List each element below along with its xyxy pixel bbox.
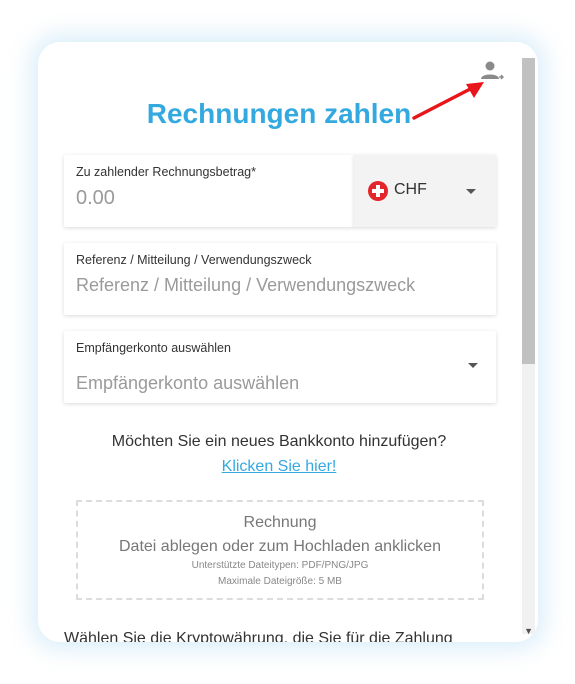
add-bank-question: Möchten Sie ein neues Bankkonto hinzufüg… xyxy=(111,433,447,450)
upload-title: Rechnung xyxy=(243,514,317,531)
chevron-down-icon xyxy=(468,363,478,368)
amount-label: Zu zahlender Rechnungsbetrag* xyxy=(76,165,256,179)
payment-card: Rechnungen zahlen Zu zahlender Rechnungs… xyxy=(38,42,538,642)
recipient-input[interactable]: Empfängerkonto auswählen xyxy=(76,373,299,394)
invoice-upload-dropzone[interactable]: Rechnung Datei ablegen oder zum Hochlade… xyxy=(76,500,484,600)
chevron-down-icon xyxy=(466,189,476,194)
scroll-down-arrow-icon[interactable]: ▼ xyxy=(524,626,533,636)
reference-field[interactable]: Referenz / Mitteilung / Verwendungszweck… xyxy=(64,243,496,315)
currency-select[interactable]: CHF xyxy=(354,155,496,227)
reference-input[interactable]: Referenz / Mitteilung / Verwendungszweck xyxy=(76,275,415,296)
amount-field[interactable]: Zu zahlender Rechnungsbetrag* 0.00 xyxy=(64,155,354,227)
currency-value: CHF xyxy=(394,181,427,198)
upload-instruction: Datei ablegen oder zum Hochladen anklick… xyxy=(119,538,441,555)
scrollbar-thumb[interactable] xyxy=(522,58,535,364)
upload-types: Unterstützte Dateitypen: PDF/PNG/JPG xyxy=(191,560,369,571)
crypto-instruction: Wählen Sie die Kryptowährung, die Sie fü… xyxy=(64,630,453,642)
reference-label: Referenz / Mitteilung / Verwendungszweck xyxy=(76,253,312,267)
recipient-account-select[interactable]: Empfängerkonto auswählen Empfängerkonto … xyxy=(64,331,496,403)
swiss-flag-icon xyxy=(368,181,388,201)
scrollbar[interactable] xyxy=(522,58,535,634)
upload-max-size: Maximale Dateigröße: 5 MB xyxy=(218,576,342,587)
amount-input[interactable]: 0.00 xyxy=(76,187,115,210)
recipient-label: Empfängerkonto auswählen xyxy=(76,341,231,355)
add-bank-link[interactable]: Klicken Sie hier! xyxy=(38,458,520,476)
scroll-content: Rechnungen zahlen Zu zahlender Rechnungs… xyxy=(38,42,520,642)
page-title: Rechnungen zahlen xyxy=(146,98,412,129)
